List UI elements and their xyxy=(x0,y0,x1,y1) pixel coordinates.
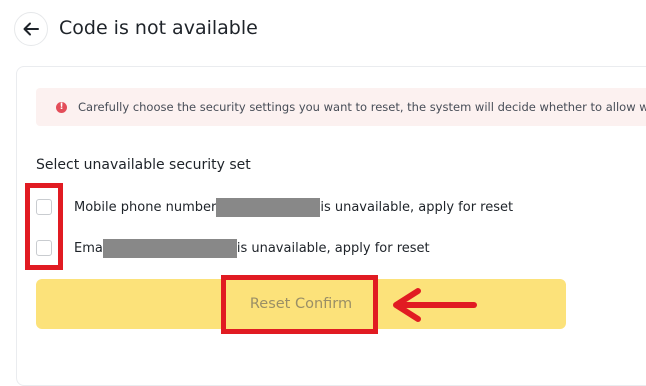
reset-confirm-button[interactable]: Reset Confirm xyxy=(36,279,566,329)
option-mobile-phone[interactable]: Mobile phone number is unavailable, appl… xyxy=(36,197,513,217)
section-label: Select unavailable security set xyxy=(36,157,251,173)
reset-confirm-label: Reset Confirm xyxy=(249,296,353,312)
redacted-email xyxy=(102,238,237,258)
error-icon: ! xyxy=(56,101,67,113)
page-title: Code is not available xyxy=(59,17,258,39)
arrow-left-icon xyxy=(393,288,477,322)
redacted-phone-number xyxy=(216,197,321,217)
mobile-phone-checkbox[interactable] xyxy=(36,199,52,215)
mobile-phone-label-prefix: Mobile phone number xyxy=(74,199,217,215)
back-button[interactable] xyxy=(14,12,48,46)
email-label-suffix: is unavailable, apply for reset xyxy=(236,240,430,256)
alert-text: Carefully choose the security settings y… xyxy=(78,100,646,114)
email-label-prefix: Ema xyxy=(74,240,103,256)
mobile-phone-label-suffix: is unavailable, apply for reset xyxy=(320,199,514,215)
option-email[interactable]: Ema is unavailable, apply for reset xyxy=(36,238,430,258)
arrow-left-icon xyxy=(23,22,39,36)
email-checkbox[interactable] xyxy=(36,240,52,256)
warning-alert: ! Carefully choose the security settings… xyxy=(36,88,646,126)
